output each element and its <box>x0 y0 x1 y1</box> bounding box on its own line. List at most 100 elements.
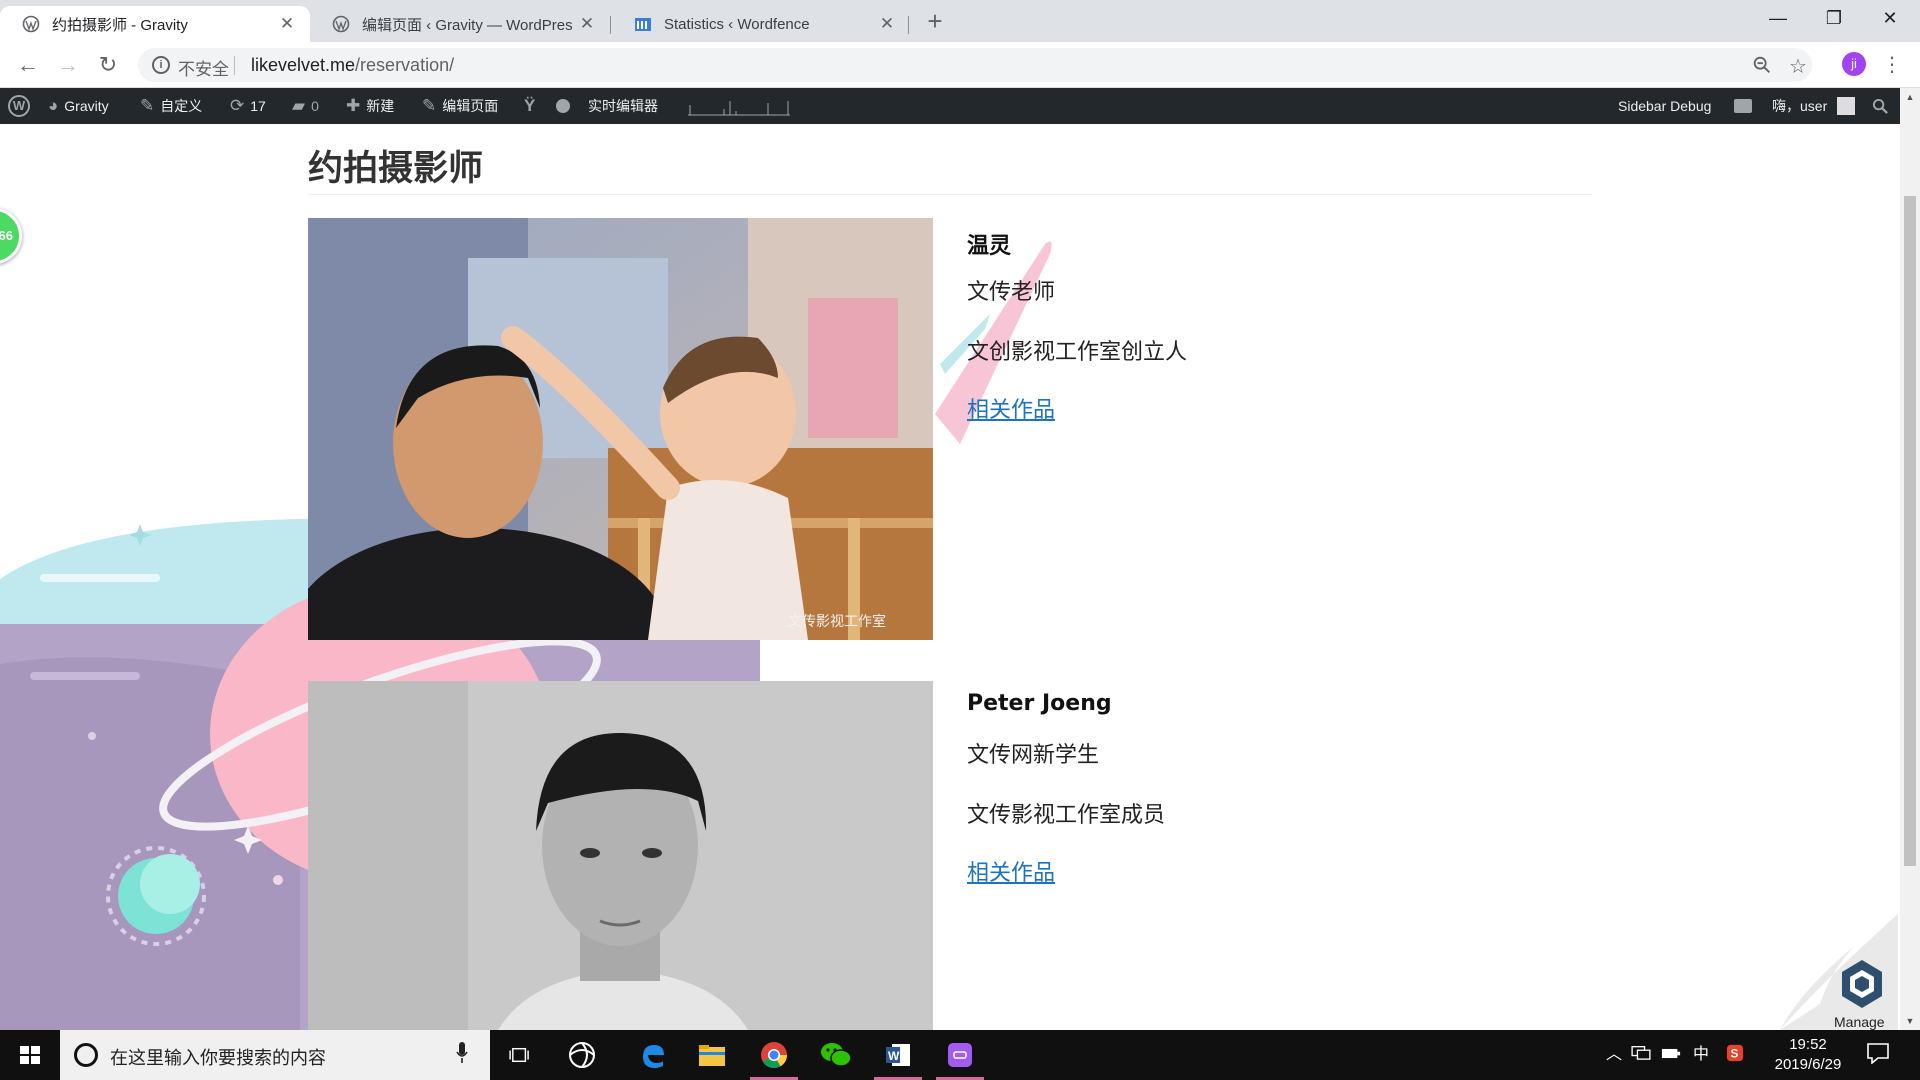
tab-gravity[interactable]: 约拍摄影师 - Gravity ✕ <box>0 6 310 42</box>
tab-wordfence[interactable]: Statistics ‹ Wordfence ✕ <box>612 6 910 42</box>
back-arrow-icon[interactable]: ← <box>12 50 44 80</box>
admin-site-name[interactable]: ◕ Gravity <box>48 88 109 124</box>
window-minimize-button[interactable]: — <box>1750 0 1806 36</box>
battery-icon[interactable] <box>1660 1044 1682 1066</box>
windows-start-icon[interactable] <box>0 1030 60 1080</box>
microphone-icon[interactable] <box>456 1042 468 1064</box>
word-app-icon[interactable]: W <box>868 1030 928 1080</box>
admin-customize[interactable]: ✎ 自定义 <box>140 88 202 124</box>
sogou-ime-icon[interactable]: S <box>1724 1044 1746 1066</box>
search-placeholder: 在这里输入你要搜索的内容 <box>110 1048 326 1069</box>
site-info-icon[interactable]: i <box>152 56 170 74</box>
tab-separator <box>908 16 909 34</box>
admin-updates[interactable]: ⟳ 17 <box>230 88 266 124</box>
member-name: Peter Joeng <box>967 691 1112 716</box>
browser-menu-icon[interactable]: ⋮ <box>1882 50 1902 80</box>
window-maximize-button[interactable]: ❐ <box>1806 0 1862 36</box>
task-view-icon[interactable] <box>490 1030 550 1080</box>
tab-title: 约拍摄影师 - Gravity <box>52 16 188 34</box>
photos-app-icon[interactable] <box>552 1030 612 1080</box>
live-editor-label: 实时编辑器 <box>588 98 658 114</box>
stats-sparkline-icon[interactable] <box>688 97 790 117</box>
tab-close-icon[interactable]: ✕ <box>878 14 896 34</box>
member-description: 文创影视工作室创立人 <box>967 340 1188 365</box>
profile-avatar[interactable]: ji <box>1842 52 1866 76</box>
tab-edit-page[interactable]: 编辑页面 ‹ Gravity — WordPress ✕ <box>310 6 610 42</box>
pencil-icon: ✎ <box>422 96 437 115</box>
tab-close-icon[interactable]: ✕ <box>278 14 296 34</box>
video-app-icon[interactable] <box>930 1030 990 1080</box>
admin-comments[interactable]: ▰ 0 <box>292 88 319 124</box>
related-works-link[interactable]: 相关作品 <box>967 392 1055 424</box>
window-close-button[interactable]: ✕ <box>1862 0 1918 36</box>
admin-search-icon[interactable] <box>1872 88 1889 124</box>
taskbar-search-box[interactable]: 在这里输入你要搜索的内容 <box>60 1030 490 1080</box>
network-icon[interactable] <box>1630 1044 1652 1066</box>
comments-count: 0 <box>311 98 319 114</box>
address-bar[interactable]: i 不安全 likevelvet.me/reservation/ ☆ <box>138 48 1812 82</box>
admin-new[interactable]: ✚ 新建 <box>346 88 394 124</box>
insecure-label[interactable]: 不安全 <box>178 55 229 80</box>
admin-sidebar-debug[interactable]: Sidebar Debug <box>1618 88 1711 124</box>
member-photo: 文传影视工作室 <box>308 218 933 640</box>
url-text[interactable]: likevelvet.me/reservation/ <box>251 55 454 76</box>
wordfence-favicon-icon <box>635 18 651 31</box>
tray-expand-chevron-icon[interactable]: ︿ <box>1604 1044 1624 1066</box>
father-and-baby-photo-icon: 文传影视工作室 <box>308 218 933 640</box>
tab-close-icon[interactable]: ✕ <box>578 14 596 34</box>
comment-icon: ▰ <box>292 96 306 115</box>
admin-edit-page[interactable]: ✎ 编辑页面 <box>422 88 498 124</box>
edit-page-label: 编辑页面 <box>442 98 499 114</box>
site-name-label: Gravity <box>64 98 109 114</box>
photo-watermark: 文传影视工作室 <box>788 613 886 629</box>
member-role: 文传网新学生 <box>967 743 1100 768</box>
manage-label[interactable]: Manage <box>1834 1014 1885 1030</box>
admin-account[interactable]: 嗨，user <box>1772 88 1856 124</box>
status-dot-icon[interactable] <box>556 88 570 124</box>
browser-toolbar: ← → ↻ i 不安全 likevelvet.me/reservation/ ☆… <box>0 42 1920 88</box>
tab-title: 编辑页面 ‹ Gravity — WordPress <box>362 16 572 34</box>
member-role: 文传老师 <box>967 280 1056 305</box>
tab-separator <box>610 16 611 34</box>
manage-page-curl-widget[interactable] <box>1780 914 1898 1030</box>
updates-icon: ⟳ <box>230 96 245 115</box>
ime-indicator[interactable]: 中 <box>1690 1044 1712 1066</box>
file-explorer-icon[interactable] <box>682 1030 742 1080</box>
user-avatar <box>1837 97 1856 115</box>
windows-taskbar: 在这里输入你要搜索的内容 W ︿ 中 S 19:52 2019/6/29 <box>0 1030 1920 1080</box>
scroll-down-arrow-icon[interactable]: ▼ <box>1900 1012 1920 1030</box>
wordpress-logo-icon[interactable]: W <box>8 88 30 124</box>
new-tab-plus-icon[interactable]: + <box>918 6 952 36</box>
taskbar-clock[interactable]: 19:52 2019/6/29 <box>1760 1035 1856 1075</box>
url-host: likevelvet.me <box>251 55 356 75</box>
browser-tab-strip: 约拍摄影师 - Gravity ✕ 编辑页面 ‹ Gravity — WordP… <box>0 0 1920 42</box>
yoast-seo-icon[interactable]: Ÿ <box>524 88 541 124</box>
svg-text:S: S <box>1731 1048 1739 1061</box>
tab-title: Statistics ‹ Wordfence <box>664 15 810 33</box>
new-label: 新建 <box>366 98 395 114</box>
wordpress-favicon-icon <box>22 15 40 33</box>
chrome-browser-icon[interactable] <box>744 1030 804 1080</box>
brush-icon: ✎ <box>140 96 155 115</box>
related-works-link[interactable]: 相关作品 <box>967 855 1055 887</box>
page-title: 约拍摄影师 <box>308 149 484 189</box>
wechat-icon[interactable] <box>806 1030 866 1080</box>
clock-date: 2019/6/29 <box>1774 1056 1842 1073</box>
omnibox-separator <box>234 56 235 75</box>
forward-arrow-icon[interactable]: → <box>52 50 84 80</box>
page-scrollbar[interactable]: ▲ ▼ <box>1900 88 1920 1030</box>
greeting-label: 嗨，user <box>1772 98 1828 114</box>
reload-icon[interactable]: ↻ <box>92 50 124 80</box>
scrollbar-thumb[interactable] <box>1904 196 1916 866</box>
admin-live-editor[interactable]: 实时编辑器 <box>588 88 658 124</box>
plus-icon: ✚ <box>346 96 361 115</box>
notification-bubble-icon[interactable] <box>1734 88 1752 124</box>
title-divider <box>308 194 1592 195</box>
svg-text:W: W <box>888 1049 900 1063</box>
edge-browser-icon[interactable] <box>622 1030 682 1080</box>
member-description: 文传影视工作室成员 <box>967 803 1166 828</box>
zoom-icon[interactable] <box>1750 54 1774 78</box>
scroll-up-arrow-icon[interactable]: ▲ <box>1900 88 1920 106</box>
bookmark-star-icon[interactable]: ☆ <box>1786 54 1810 78</box>
action-center-icon[interactable] <box>1866 1042 1890 1064</box>
